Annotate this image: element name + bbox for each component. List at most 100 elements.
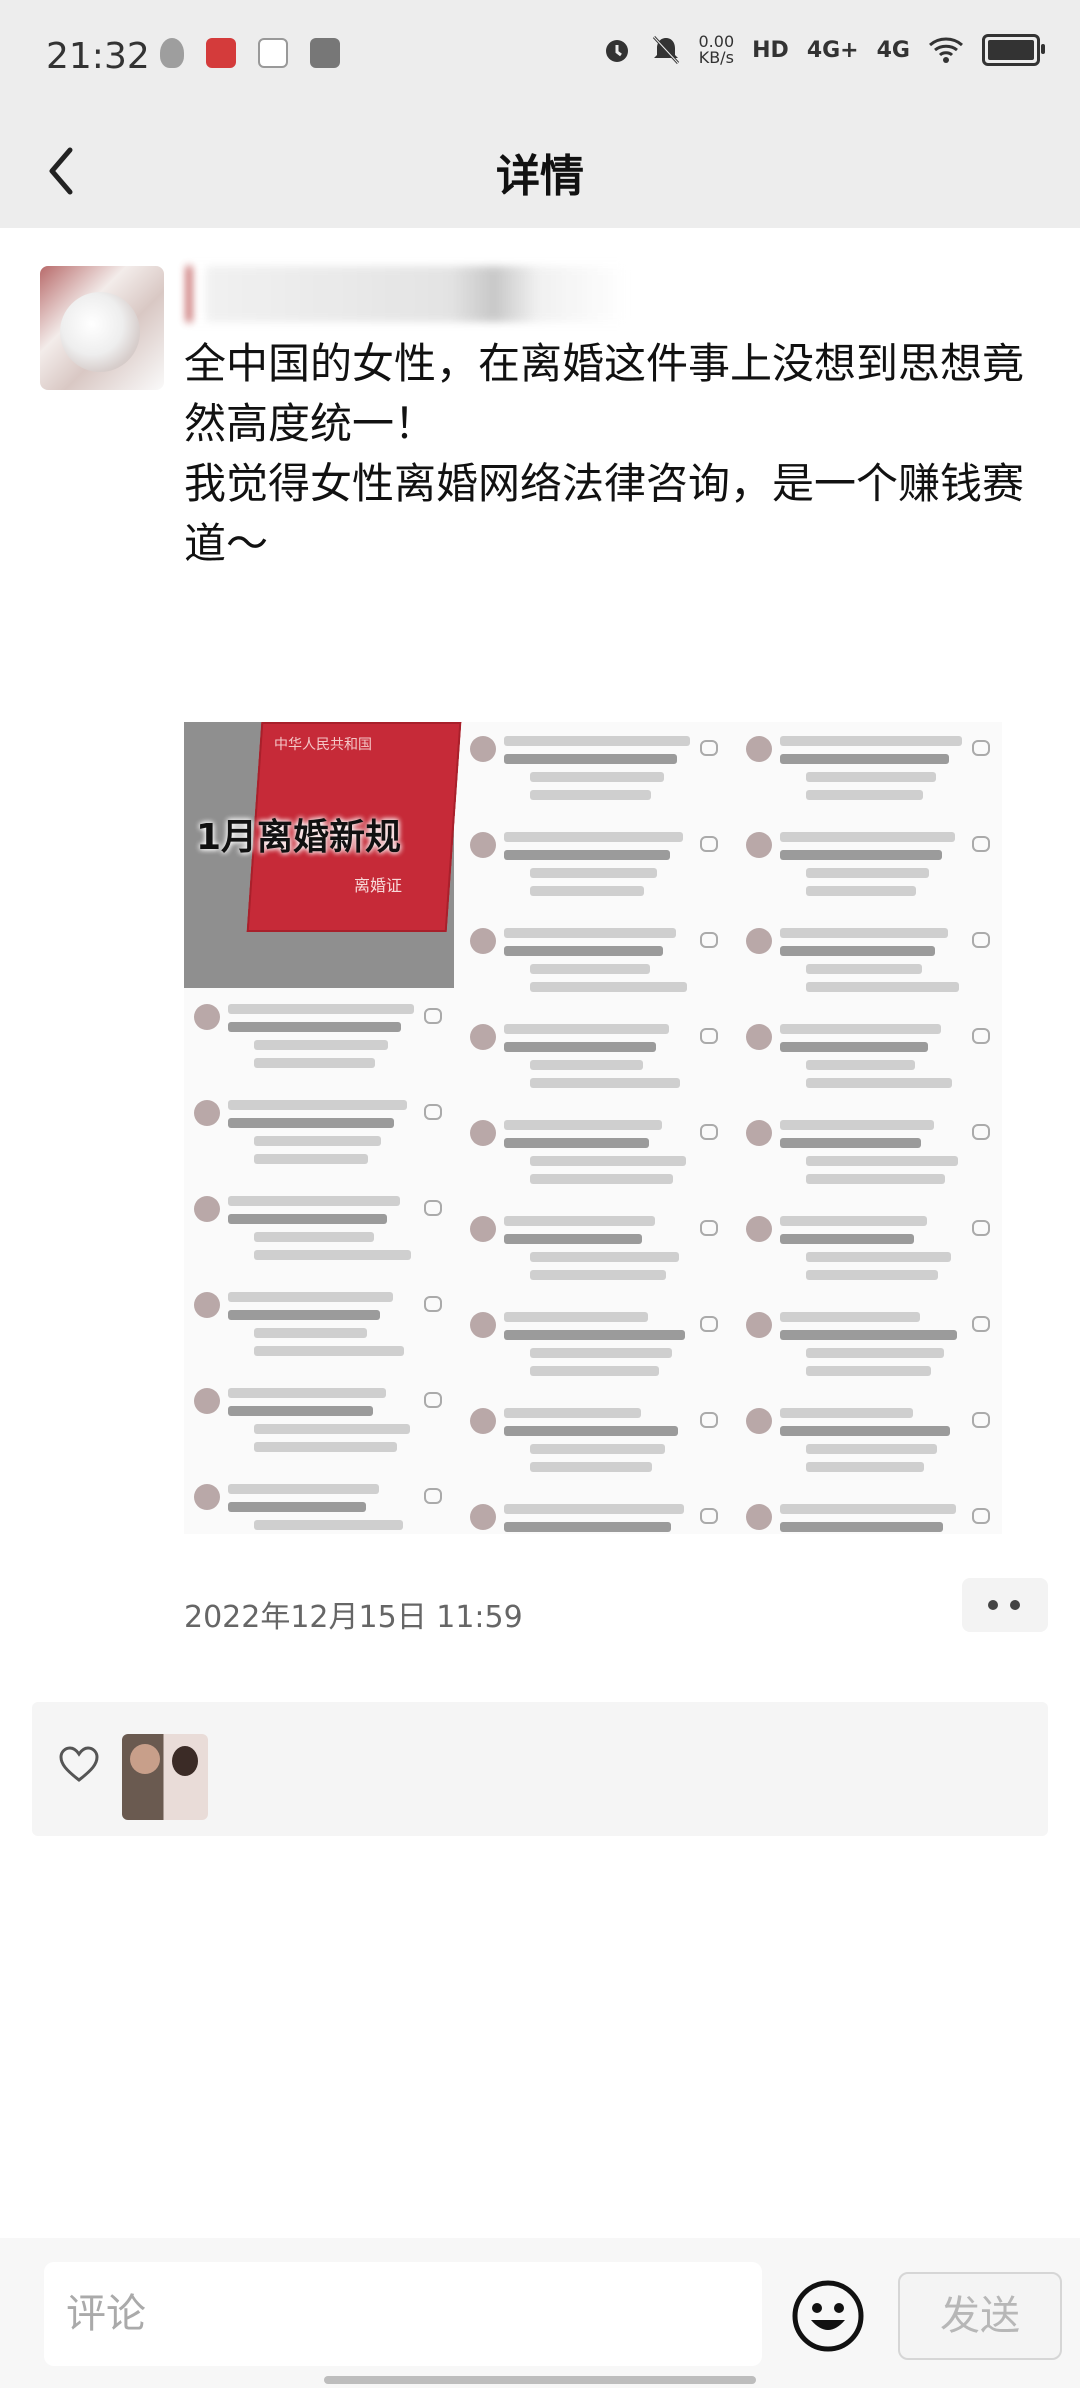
commenter-avatar: [470, 1024, 496, 1050]
comment-line: [530, 1078, 680, 1088]
comment-line: [504, 832, 683, 842]
commenter-avatar: [470, 1312, 496, 1338]
ellipsis-icon-dot: [1010, 1600, 1020, 1610]
send-button[interactable]: 发送: [898, 2272, 1062, 2360]
comment-heart-icon: [424, 1104, 442, 1120]
comment-line: [780, 1138, 921, 1148]
signal-4g-plus: 4G+: [806, 37, 859, 63]
comment-line: [806, 1462, 924, 1472]
comment-line: [530, 1462, 652, 1472]
post-text: 全中国的女性，在离婚这件事上没想到思想竟然高度统一！ 我觉得女性离婚网络法律咨询…: [184, 339, 1025, 568]
comment-line: [254, 1154, 368, 1164]
comment-line: [504, 946, 663, 956]
comment-line: [254, 1136, 381, 1146]
comment-line: [806, 868, 929, 878]
more-button[interactable]: [962, 1578, 1048, 1632]
comment-line: [806, 1366, 931, 1376]
title-bar: 详情: [0, 112, 1080, 228]
qq-notification-icon: [160, 38, 184, 68]
commenter-avatar: [194, 1292, 220, 1318]
comment-line: [228, 1022, 401, 1032]
comment-heart-icon: [972, 1028, 990, 1044]
comment-line: [530, 790, 651, 800]
home-indicator[interactable]: [324, 2376, 756, 2384]
network-speed: 0.00 KB/s: [699, 34, 735, 66]
comment-heart-icon: [972, 932, 990, 948]
comment-heart-icon: [700, 740, 718, 756]
comment-line: [780, 1408, 913, 1418]
comment-line: [228, 1196, 400, 1206]
comment-line: [254, 1040, 388, 1050]
author-avatar[interactable]: [40, 266, 164, 390]
comment-line: [530, 1444, 665, 1454]
commenter-avatar: [746, 736, 772, 762]
comment-line: [780, 754, 949, 764]
comment-line: [504, 1504, 684, 1514]
comment-input[interactable]: [44, 2262, 762, 2366]
image-sub-label: 离婚证: [354, 876, 403, 895]
comment-line: [780, 1216, 927, 1226]
liker-avatar[interactable]: [122, 1734, 208, 1820]
comment-line: [228, 1292, 393, 1302]
comment-heart-icon: [424, 1392, 442, 1408]
comment-line: [504, 754, 677, 764]
network-speed-unit: KB/s: [698, 48, 734, 67]
comment-line: [806, 886, 916, 896]
comment-line: [254, 1250, 411, 1260]
comment-line: [530, 886, 644, 896]
translate-notification-icon: [310, 38, 340, 68]
battery-icon: [982, 34, 1045, 66]
comment-heart-icon: [700, 1220, 718, 1236]
commenter-avatar: [746, 928, 772, 954]
weibo-notification-icon: [206, 38, 236, 68]
comment-line: [504, 928, 676, 938]
comment-heart-icon: [424, 1200, 442, 1216]
comment-line: [504, 1408, 641, 1418]
comment-line: [530, 1156, 686, 1166]
comment-line: [780, 1504, 956, 1514]
comment-heart-icon: [700, 1508, 718, 1524]
commenter-avatar: [746, 1312, 772, 1338]
comment-line: [530, 1174, 673, 1184]
commenter-avatar: [470, 1120, 496, 1146]
comment-line: [530, 1366, 659, 1376]
post-image[interactable]: 中华人民共和国 1月离婚新规 离婚证: [184, 722, 1002, 1534]
comment-line: [780, 1330, 957, 1340]
comment-line: [504, 1120, 662, 1130]
commenter-avatar: [746, 832, 772, 858]
commenter-avatar: [194, 1004, 220, 1030]
ellipsis-icon: [988, 1600, 998, 1610]
heart-outline-icon: [59, 1746, 99, 1782]
image-cover: 中华人民共和国 1月离婚新规 离婚证: [184, 722, 462, 988]
comment-line: [780, 1312, 920, 1322]
commenter-avatar: [470, 1408, 496, 1434]
comment-line: [806, 982, 959, 992]
comment-line: [254, 1232, 374, 1242]
comment-line: [806, 772, 936, 782]
status-bar: 21:32 0.00 KB/s HD 4G+ 4G: [0, 0, 1080, 112]
comment-heart-icon: [972, 1508, 990, 1524]
comment-column: [460, 722, 730, 1534]
smiley-icon[interactable]: [790, 2278, 866, 2354]
mute-icon: [652, 35, 679, 65]
comment-line: [228, 1388, 386, 1398]
comment-line: [780, 1426, 950, 1436]
comment-line: [228, 1118, 394, 1128]
comment-line: [530, 772, 664, 782]
commenter-avatar: [746, 1216, 772, 1242]
comment-line: [780, 832, 955, 842]
comment-line: [780, 850, 942, 860]
commenter-avatar: [194, 1484, 220, 1510]
comment-line: [504, 1330, 685, 1340]
comment-line: [504, 1138, 649, 1148]
comment-line: [254, 1442, 397, 1452]
comment-line: [504, 1312, 648, 1322]
image-top-label: 中华人民共和国: [274, 737, 372, 753]
commenter-avatar: [194, 1388, 220, 1414]
comment-line: [228, 1310, 380, 1320]
commenter-avatar: [470, 832, 496, 858]
notification-icons: [160, 38, 340, 68]
comment-line: [780, 1234, 914, 1244]
likes-panel: [32, 1702, 1048, 1836]
author-name-redacted[interactable]: [186, 266, 626, 322]
